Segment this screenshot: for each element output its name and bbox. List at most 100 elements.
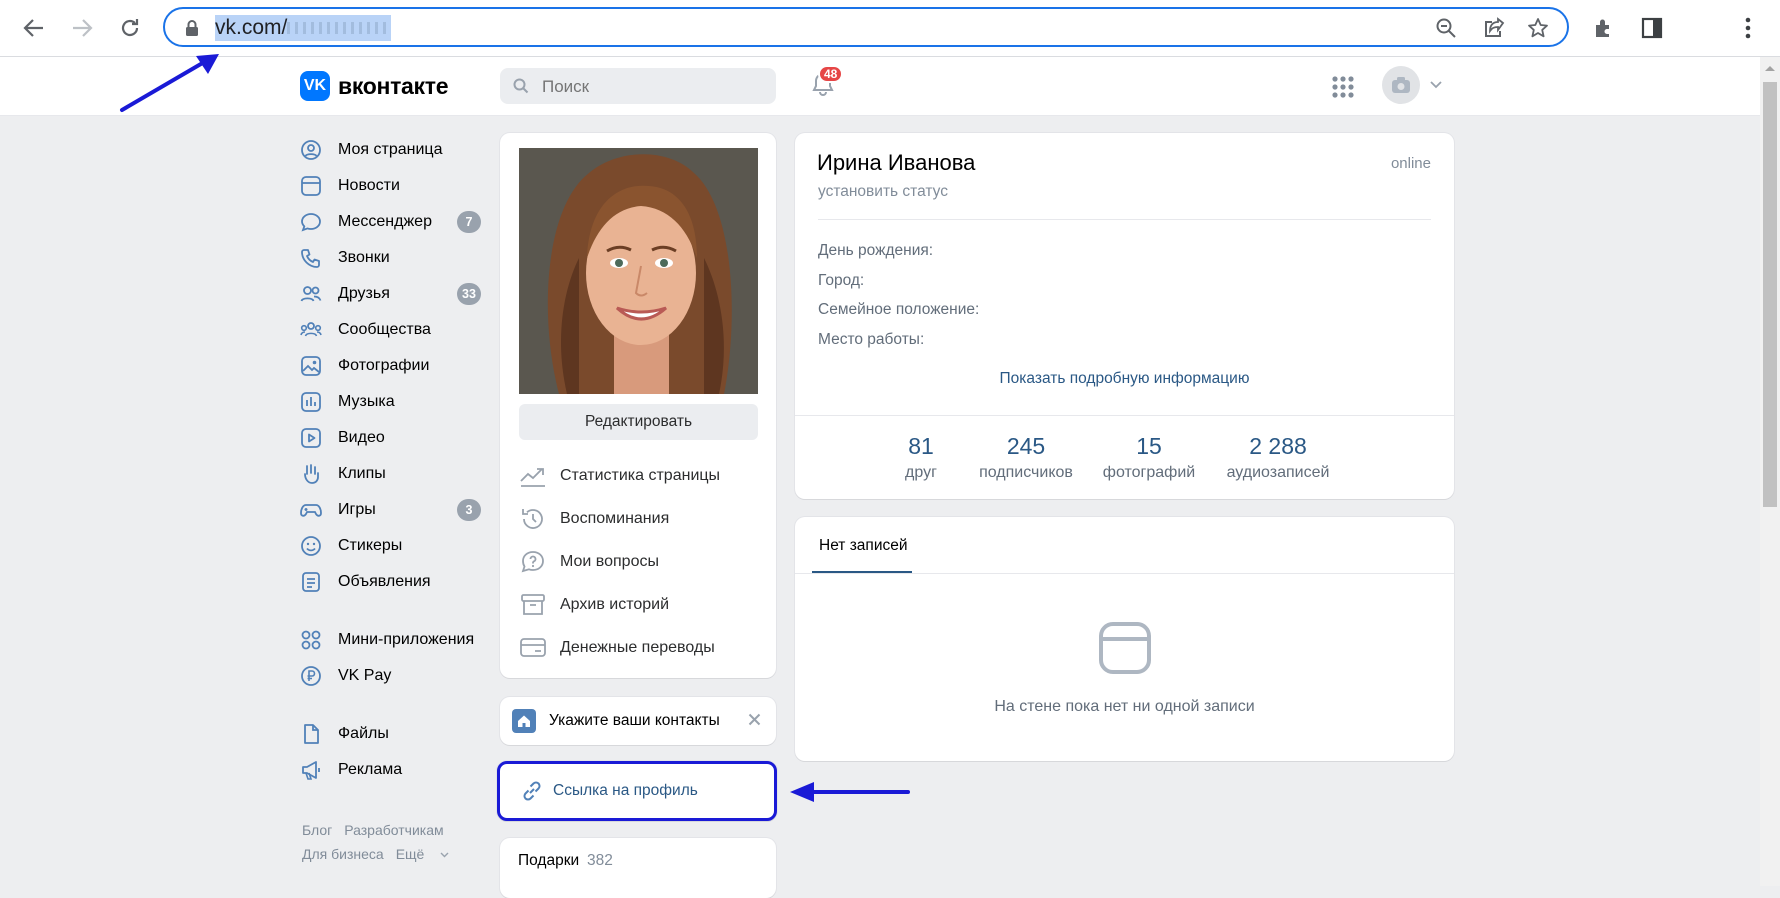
side-panel-icon[interactable] (1636, 12, 1668, 44)
stats-link[interactable]: Статистика страницы (520, 460, 760, 492)
empty-wall-text: На стене пока нет ни одной записи (994, 698, 1255, 715)
chevron-down-icon (440, 852, 449, 858)
sidebar-item-label: Стикеры (338, 537, 403, 554)
menu-icon[interactable] (1732, 12, 1764, 44)
stat-followers[interactable]: 245 подписчиков (961, 433, 1091, 482)
sidebar-item-calls[interactable]: Звонки (300, 242, 485, 274)
notifications-badge: 48 (818, 65, 844, 83)
sidebar-item-news[interactable]: Новости (300, 170, 485, 202)
stat-photos[interactable]: 15 фотографий (1084, 433, 1214, 482)
sidebar-item-music[interactable]: Музыка (300, 386, 485, 418)
star-icon[interactable] (1525, 15, 1551, 41)
profile-link-card[interactable]: Ссылка на профиль (497, 761, 777, 821)
profile-photo[interactable] (519, 148, 758, 394)
sidebar-item-messenger[interactable]: Мессенджер 7 (300, 206, 485, 238)
sidebar-item-stickers[interactable]: Стикеры (300, 530, 485, 562)
footer-link-developers[interactable]: Разработчикам (344, 822, 443, 838)
vkpay-icon (300, 665, 322, 687)
money-transfers-link[interactable]: Денежные переводы (520, 632, 760, 664)
search-box[interactable] (500, 68, 776, 106)
money-transfers-label: Денежные переводы (560, 639, 715, 656)
sidebar-item-label: Файлы (338, 725, 389, 742)
url-redacted (287, 22, 388, 35)
footer-link-more[interactable]: Ещё (396, 846, 450, 862)
reload-icon[interactable] (114, 12, 146, 44)
contacts-card[interactable]: Укажите ваши контакты (500, 697, 776, 745)
apps-grid-icon[interactable] (1331, 75, 1355, 99)
sidebar-item-games[interactable]: Игры 3 (300, 494, 485, 526)
user-icon (300, 139, 322, 161)
contacts-label: Укажите ваши контакты (549, 712, 720, 729)
search-icon (513, 78, 529, 94)
footer-link-blog[interactable]: Блог (302, 822, 332, 838)
show-more-info-link[interactable]: Показать подробную информацию (795, 370, 1454, 388)
edit-profile-button[interactable]: Редактировать (519, 404, 758, 440)
stat-audio-label: аудиозаписей (1226, 464, 1330, 481)
wall-card: Нет записей На стене пока нет ни одной з… (795, 517, 1454, 761)
chevron-down-icon[interactable] (1430, 81, 1442, 89)
back-icon[interactable] (18, 12, 50, 44)
scroll-up-icon[interactable] (1764, 64, 1776, 72)
sidebar-item-photos[interactable]: Фотографии (300, 350, 485, 382)
friends-badge: 33 (457, 283, 481, 305)
question-icon (520, 549, 546, 575)
communities-icon (300, 319, 322, 341)
zoom-out-icon[interactable] (1433, 15, 1459, 41)
sidebar-item-video[interactable]: Видео (300, 422, 485, 454)
games-badge: 3 (457, 499, 481, 521)
stat-followers-label: подписчиков (979, 464, 1073, 481)
smile-icon (300, 535, 322, 557)
sidebar-item-files[interactable]: Файлы (300, 718, 485, 750)
close-icon[interactable] (748, 713, 761, 726)
ads-icon (300, 571, 322, 593)
info-birthday: День рождения: (818, 242, 934, 259)
divider (818, 219, 1431, 220)
clips-icon (300, 463, 322, 485)
vk-logo-mark: VK (300, 71, 330, 101)
stat-audio[interactable]: 2 288 аудиозаписей (1213, 433, 1343, 482)
share-icon[interactable] (1481, 15, 1507, 41)
megaphone-icon (300, 759, 322, 781)
gifts-label: Подарки (518, 852, 580, 869)
questions-link[interactable]: Мои вопросы (520, 546, 760, 578)
divider (795, 573, 1454, 574)
forward-icon[interactable] (66, 12, 98, 44)
sidebar-item-label: Друзья (338, 285, 390, 302)
search-input[interactable] (540, 68, 764, 106)
file-icon (300, 723, 322, 745)
archive-link[interactable]: Архив историй (520, 589, 760, 621)
gifts-card[interactable]: Подарки 382 (500, 838, 776, 898)
profile-photo-image (519, 148, 758, 394)
sidebar-item-communities[interactable]: Сообщества (300, 314, 485, 346)
sidebar-item-label: Клипы (338, 465, 386, 482)
stat-followers-count: 245 (1006, 433, 1046, 459)
money-transfer-icon (520, 635, 546, 661)
footer-links: Блог Разработчикам Для бизнеса Ещё (302, 818, 502, 866)
extensions-icon[interactable] (1588, 12, 1620, 44)
apps-icon (300, 629, 322, 651)
annotation-arrow-link (790, 782, 910, 802)
sidebar-item-clips[interactable]: Клипы (300, 458, 485, 490)
url-text[interactable]: vk.com/ (215, 15, 392, 41)
scrollbar-thumb[interactable] (1763, 82, 1777, 507)
sidebar-item-my-page[interactable]: Моя страница (300, 134, 485, 166)
memories-link[interactable]: Воспоминания (520, 503, 760, 535)
vk-logo[interactable]: VK вконтакте (300, 71, 449, 101)
sidebar-item-label: Звонки (338, 249, 390, 266)
sidebar-item-ads[interactable]: Объявления (300, 566, 485, 598)
address-bar[interactable]: vk.com/ (163, 7, 1569, 47)
info-city: Город: (818, 272, 865, 289)
set-status-link[interactable]: установить статус (818, 183, 948, 201)
link-icon (520, 779, 544, 803)
info-relationship: Семейное положение: (818, 301, 980, 318)
sidebar-item-advertising[interactable]: Реклама (300, 754, 485, 786)
lock-icon[interactable] (179, 15, 205, 41)
sidebar-item-mini-apps[interactable]: Мини-приложения (300, 624, 485, 656)
avatar[interactable] (1382, 66, 1420, 104)
games-icon (300, 499, 322, 521)
sidebar-item-label: Объявления (338, 573, 431, 590)
sidebar-item-vk-pay[interactable]: VK Pay (300, 660, 485, 692)
tab-no-posts[interactable]: Нет записей (819, 537, 908, 555)
footer-link-business[interactable]: Для бизнеса (302, 846, 384, 862)
sidebar-item-friends[interactable]: Друзья 33 (300, 278, 485, 310)
